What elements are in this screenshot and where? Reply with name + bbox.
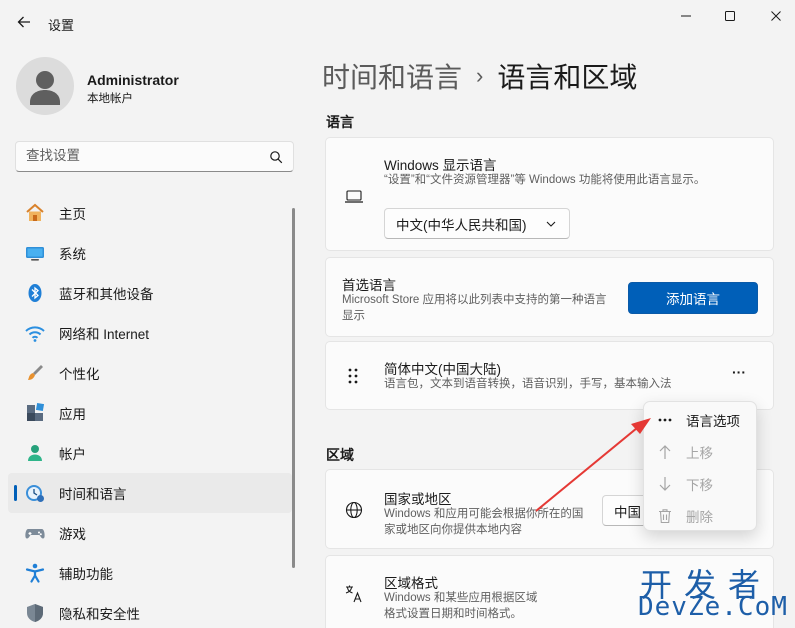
watermark-text-bottom: DevZe.CoM: [638, 592, 788, 622]
annotation-arrow: [535, 418, 651, 512]
